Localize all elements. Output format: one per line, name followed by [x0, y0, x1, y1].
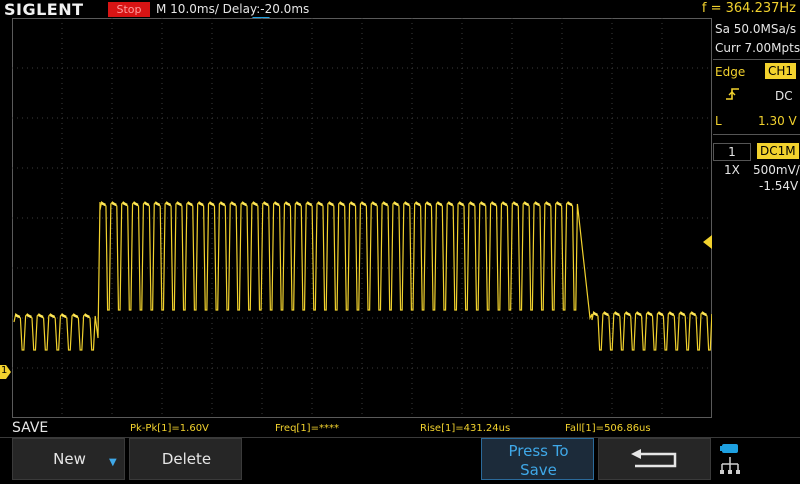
info-panel: Sa 50.0MSa/s Curr 7.00Mpts Edge CH1 DC L…: [713, 18, 800, 438]
channel-ground-marker-icon[interactable]: 1: [0, 364, 11, 379]
trigger-level-value: 1.30 V: [758, 114, 797, 128]
return-arrow-icon: [631, 449, 677, 468]
trigger-source-badge: CH1: [765, 63, 797, 79]
press-to-save-line1: Press To: [508, 442, 569, 460]
channel1-offset: -1.54V: [759, 179, 799, 193]
channel1-number: 1: [713, 143, 751, 161]
memory-depth: Curr 7.00Mpts: [715, 41, 800, 55]
measurement-rise: Rise[1]=431.24us: [420, 423, 511, 434]
delete-softkey[interactable]: Delete: [129, 438, 242, 480]
run-stop-indicator[interactable]: Stop: [108, 2, 150, 17]
return-softkey[interactable]: [598, 438, 711, 480]
trigger-level-label: L: [715, 114, 722, 128]
measurement-fall: Fall[1]=506.86us: [565, 423, 651, 434]
rising-edge-icon: [725, 86, 741, 105]
measurement-freq: Freq[1]=****: [275, 423, 339, 434]
brand-logo: SIGLENT: [4, 0, 84, 19]
press-to-save-softkey[interactable]: Press To Save: [481, 438, 594, 480]
press-to-save-line2: Save: [520, 461, 557, 479]
channel-ground-marker-label: 1: [1, 365, 8, 376]
measurement-pkpk: Pk-Pk[1]=1.60V: [130, 423, 209, 434]
timebase-readout[interactable]: M 10.0ms/ Delay:-20.0ms: [156, 2, 309, 16]
delete-label: Delete: [161, 450, 212, 468]
measurement-bar: Pk-Pk[1]=1.60V Freq[1]=**** Rise[1]=431.…: [0, 420, 712, 438]
channel1-coupling-badge: DC1M: [757, 143, 799, 159]
sample-rate: Sa 50.0MSa/s: [715, 22, 797, 36]
waveform-display[interactable]: [12, 18, 712, 418]
channel1-scale: 500mV/: [753, 163, 800, 177]
down-arrow-icon: ▼: [109, 457, 117, 468]
channel1-probe: 1X: [724, 163, 740, 177]
network-usb-icon: [716, 440, 800, 480]
trigger-level-marker-icon[interactable]: [703, 234, 712, 249]
new-softkey[interactable]: New ▼: [12, 438, 125, 480]
frequency-counter: f = 364.237Hz: [701, 1, 796, 16]
trigger-coupling: DC: [775, 89, 793, 103]
